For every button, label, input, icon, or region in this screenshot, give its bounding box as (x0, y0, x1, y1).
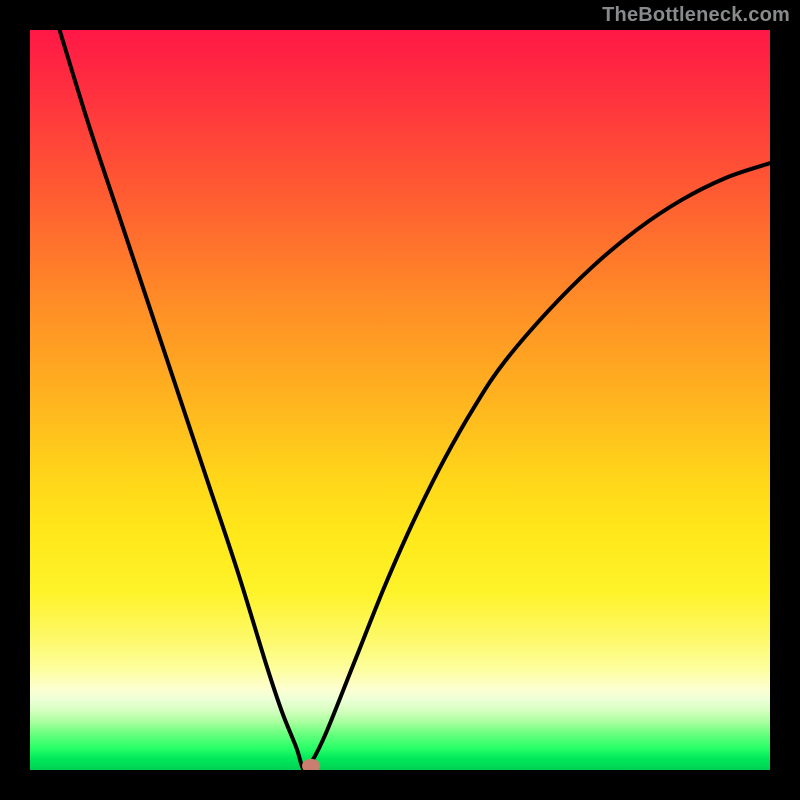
plot-area (30, 30, 770, 770)
bottleneck-curve (60, 30, 770, 770)
chart-frame: TheBottleneck.com (0, 0, 800, 800)
minimum-marker (302, 759, 320, 770)
watermark-text: TheBottleneck.com (602, 4, 790, 27)
curve-svg (30, 30, 770, 770)
